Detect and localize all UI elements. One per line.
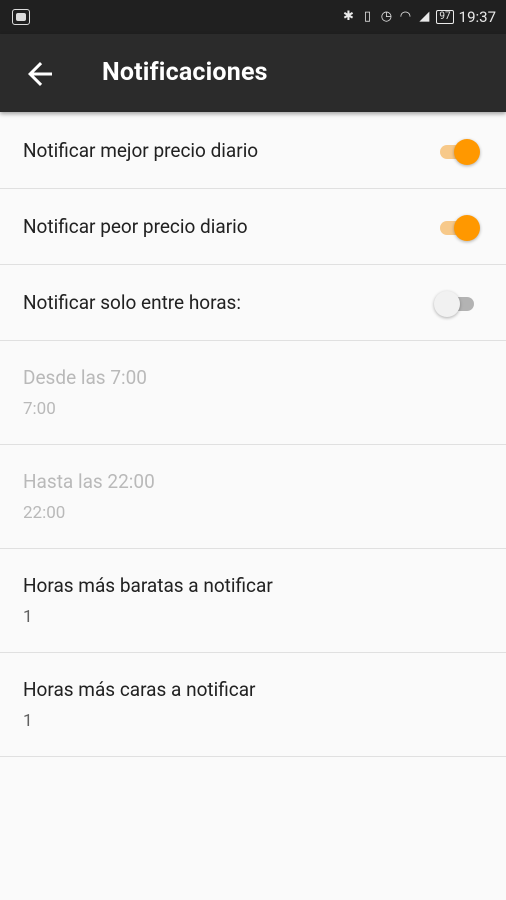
vibrate-icon: ▯ xyxy=(363,9,371,24)
settings-list: Notificar mejor precio diario Notificar … xyxy=(0,113,506,757)
setting-summary: 7:00 xyxy=(23,399,56,419)
page-title: Notificaciones xyxy=(102,58,268,87)
battery-icon: 97 xyxy=(436,10,454,24)
setting-summary: 1 xyxy=(23,607,33,627)
setting-expensive-hours[interactable]: Horas más caras a notificar 1 xyxy=(0,653,506,757)
setting-label: Horas más baratas a notificar xyxy=(23,574,273,597)
setting-from-time: Desde las 7:00 7:00 xyxy=(0,341,506,445)
status-bar: ✱ ▯ ◷ ◠ ◢ 97 19:37 xyxy=(0,0,506,34)
back-button[interactable] xyxy=(22,56,58,92)
setting-summary: 1 xyxy=(23,711,33,731)
setting-best-price[interactable]: Notificar mejor precio diario xyxy=(0,113,506,189)
setting-label: Desde las 7:00 xyxy=(23,366,147,389)
setting-label: Notificar peor precio diario xyxy=(23,215,248,238)
setting-label: Notificar mejor precio diario xyxy=(23,139,259,162)
notification-app-icon xyxy=(12,9,30,25)
worst-price-switch[interactable] xyxy=(434,215,480,241)
arrow-left-icon xyxy=(28,62,52,86)
bluetooth-icon: ✱ xyxy=(342,9,354,24)
setting-label: Notificar solo entre horas: xyxy=(23,291,241,314)
switch-thumb xyxy=(434,291,460,317)
setting-hours-only[interactable]: Notificar solo entre horas: xyxy=(0,265,506,341)
setting-label: Hasta las 22:00 xyxy=(23,470,155,493)
setting-label: Horas más caras a notificar xyxy=(23,678,256,701)
wifi-icon: ◠ xyxy=(399,9,412,24)
status-time: 19:37 xyxy=(458,8,496,26)
setting-worst-price[interactable]: Notificar peor precio diario xyxy=(0,189,506,265)
setting-cheapest-hours[interactable]: Horas más baratas a notificar 1 xyxy=(0,549,506,653)
setting-to-time: Hasta las 22:00 22:00 xyxy=(0,445,506,549)
switch-thumb xyxy=(454,139,480,165)
signal-icon: ◢ xyxy=(419,9,430,24)
alarm-icon: ◷ xyxy=(380,9,393,24)
setting-summary: 22:00 xyxy=(23,503,66,523)
best-price-switch[interactable] xyxy=(434,139,480,165)
app-bar: Notificaciones xyxy=(0,34,506,112)
status-icons: ✱ ▯ ◷ ◠ ◢ 97 19:37 xyxy=(341,7,496,27)
switch-thumb xyxy=(454,215,480,241)
hours-only-switch[interactable] xyxy=(434,291,480,317)
